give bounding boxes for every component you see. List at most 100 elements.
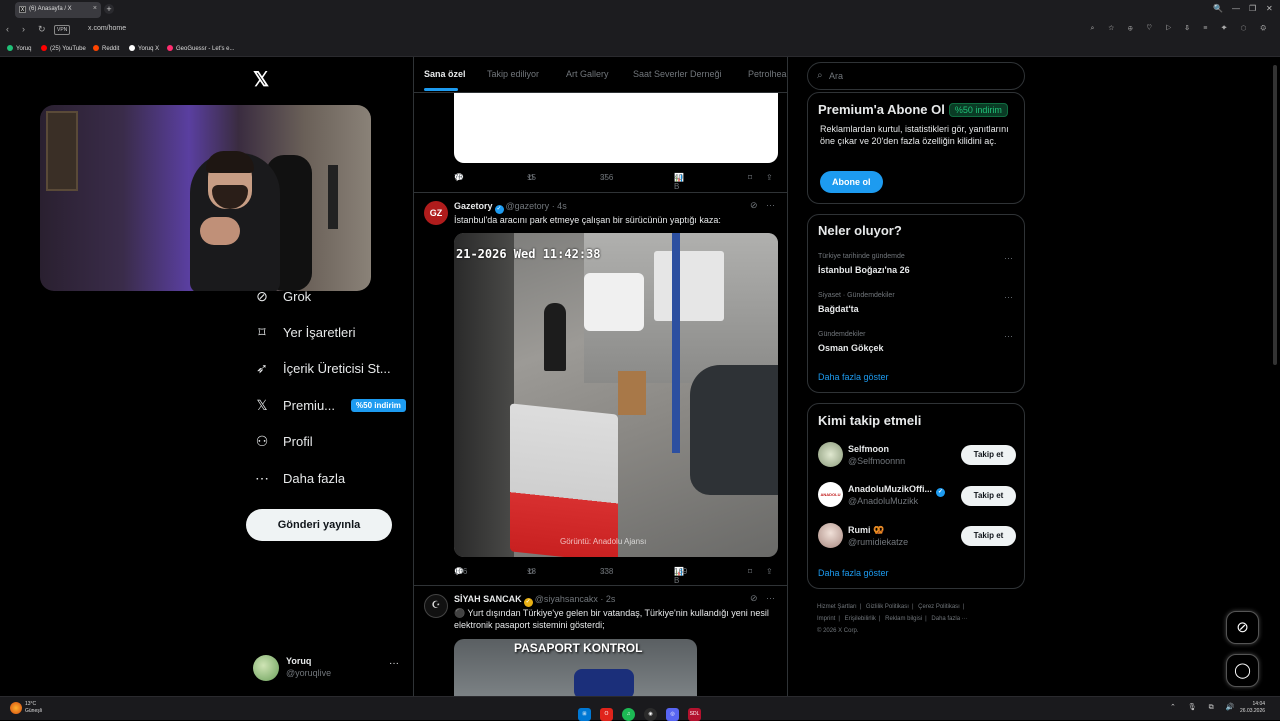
avatar[interactable] (818, 442, 843, 467)
maximize-button[interactable]: ❐ (1249, 4, 1256, 13)
nav-label: İçerik Üreticisi St... (283, 360, 391, 376)
weather-icon[interactable] (10, 702, 22, 714)
nav-label: Yer İşaretleri (283, 324, 356, 340)
weather-widget[interactable]: 13°C Güneşli (25, 701, 42, 715)
footer-link[interactable]: Çerez Politikası (918, 604, 960, 610)
nav-creator-studio[interactable]: ➶ İçerik Üreticisi St... (253, 357, 391, 379)
new-tab-button[interactable]: + (104, 4, 114, 14)
bookmark-geoguessr[interactable]: GeoGuessr - Let's e... (167, 45, 235, 52)
bookmark-icon[interactable]: ⌑ (748, 173, 752, 182)
avatar[interactable]: ☪ (424, 594, 448, 618)
trend-item[interactable]: Osman Gökçek (818, 343, 884, 353)
trend-more-icon[interactable]: ··· (1004, 253, 1013, 263)
trend-item[interactable]: İstanbul Boğazı'na 26 (818, 265, 910, 275)
minimize-button[interactable]: — (1232, 4, 1240, 13)
url-field[interactable]: x.com/home (88, 25, 126, 32)
bookmark-reddit[interactable]: Reddit (93, 45, 119, 52)
show-more-link[interactable]: Daha fazla göster (818, 568, 889, 578)
bookmark-yoruq[interactable]: Yoruq (7, 45, 31, 52)
geoguessr-icon (167, 45, 173, 51)
trend-category: Siyaset · Gündemdekiler (818, 292, 895, 299)
browser-tab[interactable]: X (6) Anasayfa / X × (15, 2, 101, 18)
avatar[interactable]: ANADOLU (818, 482, 843, 507)
bookmark-icon[interactable]: ⌑ (748, 567, 752, 576)
bookmark-youtube[interactable]: (25) YouTube (41, 45, 86, 52)
trend-more-icon[interactable]: ··· (1004, 331, 1013, 341)
clock[interactable]: 14:04 26.03.2026 (1240, 701, 1265, 715)
author-handle[interactable]: @siyahsancakx (535, 594, 598, 604)
tab-art-gallery[interactable]: Art Gallery (566, 69, 609, 79)
system-tray-icons[interactable]: ⌃ 🎙 ⧉ 🔊 (1170, 703, 1239, 712)
account-switcher[interactable]: Yoruq @yoruqlive ··· (253, 653, 403, 685)
footer-link[interactable]: Hizmet Şartları (817, 604, 857, 610)
messages-fab-icon[interactable]: ◯ (1226, 654, 1259, 687)
post-button[interactable]: Gönderi yayınla (246, 509, 392, 541)
tweet-more-icon[interactable]: ··· (766, 200, 775, 210)
grok-icon: ⊘ (256, 287, 268, 304)
tab-watch-lovers[interactable]: Saat Severler Derneği (633, 69, 722, 79)
tab-for-you[interactable]: Sana özel (424, 69, 466, 79)
show-more-link[interactable]: Daha fazla göster (818, 372, 889, 382)
footer-link[interactable]: Daha fazla ··· (931, 616, 967, 622)
author-handle[interactable]: @gazetory (506, 201, 550, 211)
author-name[interactable]: Gazetory (454, 201, 493, 211)
vpn-badge[interactable]: VPN (54, 25, 71, 35)
search-box[interactable]: ⌕ Ara (807, 62, 1025, 90)
scrollbar-thumb[interactable] (1273, 65, 1277, 365)
suggested-name[interactable]: Rumi 🥨 (848, 525, 884, 536)
tweet-time[interactable]: · 4s (552, 201, 567, 211)
tweet-media[interactable]: PASAPORT KONTROL (454, 639, 697, 696)
tweet-more-icon[interactable]: ··· (766, 593, 775, 603)
obs-icon[interactable]: ◉ (644, 708, 657, 721)
streamer-hand (200, 217, 240, 245)
suggested-name[interactable]: Selfmoon (848, 444, 889, 454)
follow-button[interactable]: Takip et (961, 445, 1016, 465)
tweet-video[interactable]: 21-2026 Wed 11:42:38 Görüntü: Anadolu Aj… (454, 233, 778, 557)
nav-premium[interactable]: 𝕏 Premiu... %50 indirim (253, 394, 406, 416)
close-window-button[interactable]: ✕ (1266, 4, 1273, 13)
grok-analyze-icon[interactable]: ⊘ (750, 593, 758, 604)
footer-link[interactable]: Reklam bilgisi (885, 616, 922, 622)
forward-icon[interactable]: › (22, 24, 25, 34)
spotify-icon[interactable]: ♫ (622, 708, 635, 721)
account-name: Yoruq (286, 656, 312, 666)
nav-profile[interactable]: ⚇ Profil (253, 430, 313, 452)
trend-more-icon[interactable]: ··· (1004, 292, 1013, 302)
reload-icon[interactable]: ↻ (38, 24, 46, 35)
footer-link[interactable]: Gizlilik Politikası (866, 604, 909, 610)
subscribe-button[interactable]: Abone ol (820, 171, 883, 193)
trends-title: Neler oluyor? (818, 223, 902, 238)
close-tab-icon[interactable]: × (93, 5, 97, 12)
share-icon[interactable]: ⇪ (766, 173, 773, 182)
scrollbar[interactable] (1273, 57, 1278, 696)
follow-button[interactable]: Takip et (961, 526, 1016, 546)
back-icon[interactable]: ‹ (6, 24, 9, 34)
tab-petrolhead[interactable]: Petrolhea (748, 69, 787, 79)
grok-analyze-icon[interactable]: ⊘ (750, 200, 758, 211)
search-input[interactable]: Ara (829, 71, 843, 81)
footer-link[interactable]: Imprint (817, 616, 835, 622)
trend-item[interactable]: Bağdat'ta (818, 304, 859, 314)
tweet-time[interactable]: · 2s (600, 594, 615, 604)
footer-link[interactable]: Erişilebilirlik (845, 616, 876, 622)
opera-icon[interactable]: O (600, 708, 613, 721)
app-icon[interactable]: SDL (688, 708, 701, 721)
nav-more[interactable]: ⋯ Daha fazla (253, 467, 345, 489)
author-name[interactable]: SİYAH SANCAK (454, 594, 522, 604)
search-tabs-icon[interactable]: 🔍 (1213, 4, 1223, 13)
x-logo-icon[interactable]: 𝕏 (253, 67, 269, 92)
nav-grok[interactable]: ⊘ Grok (253, 285, 311, 307)
nav-bookmarks[interactable]: ⌑ Yer İşaretleri (253, 321, 356, 343)
more-options-icon[interactable]: ··· (389, 658, 399, 669)
avatar[interactable]: GZ (424, 201, 448, 225)
start-icon[interactable]: ⊞ (578, 708, 591, 721)
bookmark-yoruq-x[interactable]: Yoruq X (129, 45, 159, 52)
discord-icon[interactable]: ◎ (666, 708, 679, 721)
follow-button[interactable]: Takip et (961, 486, 1016, 506)
tab-following[interactable]: Takip ediliyor (487, 69, 539, 79)
grok-fab-icon[interactable]: ⊘ (1226, 611, 1259, 644)
extension-icons[interactable]: ⌕ ☆ ⊕ ♡ ▷ ⇩ ≡ ✦ ⬡ ⚙ (1090, 25, 1272, 33)
share-icon[interactable]: ⇪ (766, 567, 773, 576)
previous-tweet-media[interactable] (454, 93, 778, 163)
avatar[interactable] (818, 523, 843, 548)
